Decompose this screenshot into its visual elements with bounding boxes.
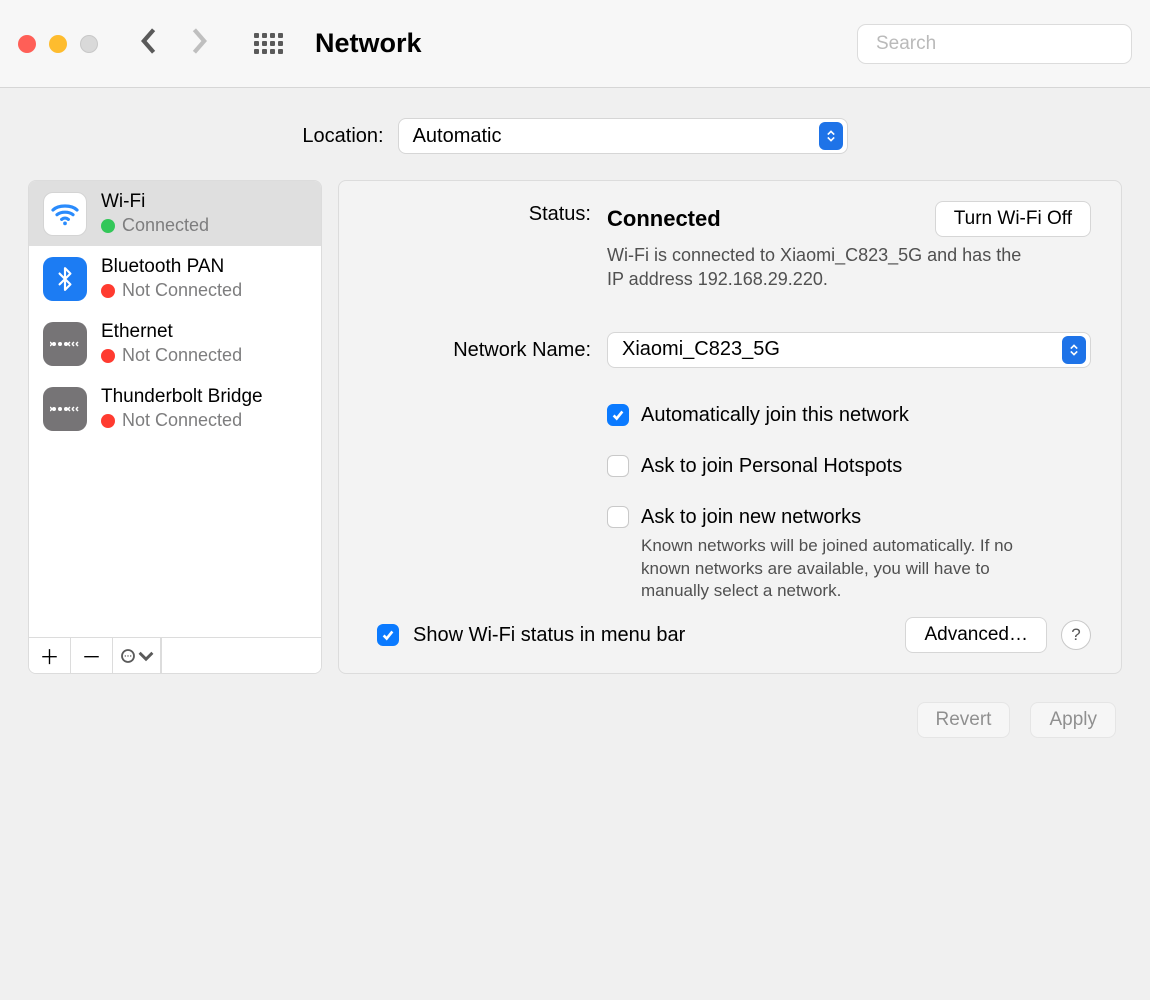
location-label: Location: xyxy=(302,125,383,148)
status-dot-icon xyxy=(101,349,115,363)
network-name-value: Xiaomi_C823_5G xyxy=(622,338,780,361)
status-description: Wi-Fi is connected to Xiaomi_C823_5G and… xyxy=(607,243,1027,292)
window-controls xyxy=(18,35,98,53)
service-name: Wi-Fi xyxy=(101,191,209,213)
back-button[interactable] xyxy=(138,27,158,60)
apply-button[interactable]: Apply xyxy=(1030,702,1116,738)
maximize-button[interactable] xyxy=(80,35,98,53)
network-name-popup[interactable]: Xiaomi_C823_5G xyxy=(607,332,1091,368)
service-status: Connected xyxy=(122,215,209,236)
action-row: Revert Apply xyxy=(28,702,1122,738)
window-title: Network xyxy=(315,28,422,59)
ask-new-checkbox[interactable] xyxy=(607,506,629,528)
service-actions-button[interactable] xyxy=(113,638,161,673)
help-button[interactable]: ? xyxy=(1061,620,1091,650)
service-name: Thunderbolt Bridge xyxy=(101,386,263,408)
ask-hotspot-checkbox[interactable] xyxy=(607,455,629,477)
status-value: Connected xyxy=(607,206,721,232)
close-button[interactable] xyxy=(18,35,36,53)
bluetooth-icon xyxy=(43,257,87,301)
service-item-bluetooth-pan[interactable]: Bluetooth PANNot Connected xyxy=(29,246,321,311)
wifi-toggle-button[interactable]: Turn Wi-Fi Off xyxy=(935,201,1091,237)
service-status: Not Connected xyxy=(122,410,242,431)
detail-panel: Status: Connected Turn Wi-Fi Off Wi-Fi i… xyxy=(338,180,1122,674)
location-value: Automatic xyxy=(413,125,502,148)
status-label: Status: xyxy=(369,201,591,292)
advanced-button[interactable]: Advanced… xyxy=(905,617,1047,653)
search-field[interactable] xyxy=(857,24,1132,64)
network-name-label: Network Name: xyxy=(369,337,591,362)
service-name: Bluetooth PAN xyxy=(101,256,242,278)
minimize-button[interactable] xyxy=(49,35,67,53)
chevron-updown-icon xyxy=(819,122,843,150)
toolbar: Network xyxy=(0,0,1150,88)
ask-hotspot-label: Ask to join Personal Hotspots xyxy=(641,455,902,478)
ethernet-icon xyxy=(43,322,87,366)
service-item-thunderbolt-bridge[interactable]: Thunderbolt BridgeNot Connected xyxy=(29,376,321,441)
service-status: Not Connected xyxy=(122,280,242,301)
remove-service-button[interactable]: － xyxy=(71,638,113,673)
revert-button[interactable]: Revert xyxy=(917,702,1011,738)
add-service-button[interactable]: ＋ xyxy=(29,638,71,673)
show-menubar-label: Show Wi-Fi status in menu bar xyxy=(413,624,685,647)
ask-new-description: Known networks will be joined automatica… xyxy=(641,535,1041,604)
service-item-wi-fi[interactable]: Wi-FiConnected xyxy=(29,181,321,246)
auto-join-label: Automatically join this network xyxy=(641,404,909,427)
show-menubar-checkbox[interactable] xyxy=(377,624,399,646)
service-sidebar: Wi-FiConnectedBluetooth PANNot Connected… xyxy=(28,180,322,674)
service-status: Not Connected xyxy=(122,345,242,366)
location-popup[interactable]: Automatic xyxy=(398,118,848,154)
location-row: Location: Automatic xyxy=(28,118,1122,154)
service-list: Wi-FiConnectedBluetooth PANNot Connected… xyxy=(29,181,321,637)
status-dot-icon xyxy=(101,284,115,298)
status-dot-icon xyxy=(101,219,115,233)
show-all-icon[interactable] xyxy=(254,33,283,54)
service-name: Ethernet xyxy=(101,321,242,343)
sidebar-footer: ＋ － xyxy=(29,637,321,673)
service-item-ethernet[interactable]: EthernetNot Connected xyxy=(29,311,321,376)
status-dot-icon xyxy=(101,414,115,428)
auto-join-checkbox[interactable] xyxy=(607,404,629,426)
search-input[interactable] xyxy=(876,33,1121,55)
forward-button[interactable] xyxy=(190,27,210,60)
wifi-icon xyxy=(43,192,87,236)
ask-new-label: Ask to join new networks xyxy=(641,506,861,528)
chevron-updown-icon xyxy=(1062,336,1086,364)
nav-arrows xyxy=(138,27,210,60)
ethernet-icon xyxy=(43,387,87,431)
